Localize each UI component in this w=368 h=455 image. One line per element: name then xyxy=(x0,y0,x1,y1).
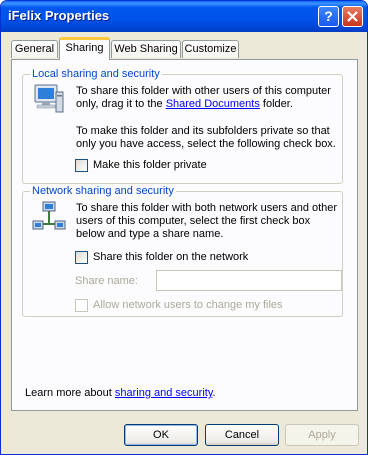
close-icon xyxy=(347,11,358,22)
cancel-button[interactable]: Cancel xyxy=(205,424,279,446)
tab-web-sharing[interactable]: Web Sharing xyxy=(111,40,181,58)
sharing-panel: Local sharing and security To share this… xyxy=(11,59,358,411)
tab-general[interactable]: General xyxy=(11,40,58,58)
make-private-box[interactable] xyxy=(75,159,88,172)
learn-more-suffix: . xyxy=(212,387,216,399)
share-name-label: Share name: xyxy=(75,275,138,287)
sharing-security-link[interactable]: sharing and security xyxy=(115,387,213,399)
local-sharing-text-1: To share this folder with other users of… xyxy=(76,85,336,111)
properties-window: iFelix Properties ? General Sharing Web … xyxy=(0,0,368,455)
network-sharing-group: Network sharing and security To share th… xyxy=(22,185,343,317)
make-private-label[interactable]: Make this folder private xyxy=(93,159,207,171)
tab-sharing[interactable]: Sharing xyxy=(59,37,110,60)
ok-button[interactable]: OK xyxy=(124,424,198,446)
share-folder-box[interactable] xyxy=(75,251,88,264)
close-button[interactable] xyxy=(342,6,363,27)
local-text-suffix: folder. xyxy=(259,98,293,110)
local-sharing-text-2: To make this folder and its subfolders p… xyxy=(76,125,336,150)
share-folder-label[interactable]: Share this folder on the network xyxy=(93,251,248,263)
learn-more-text: Learn more about sharing and security. xyxy=(25,387,216,399)
shared-documents-link[interactable]: Shared Documents xyxy=(166,98,260,110)
help-button[interactable]: ? xyxy=(318,6,339,27)
window-title: iFelix Properties xyxy=(8,8,110,23)
allow-change-box[interactable] xyxy=(75,299,88,312)
local-sharing-group: Local sharing and security To share this… xyxy=(22,68,343,184)
help-icon: ? xyxy=(324,8,333,24)
apply-button[interactable]: Apply xyxy=(285,424,359,446)
network-sharing-legend: Network sharing and security xyxy=(30,185,176,197)
share-name-input[interactable] xyxy=(156,270,342,291)
title-bar[interactable]: iFelix Properties ? xyxy=(1,1,367,32)
tab-customize[interactable]: Customize xyxy=(182,40,239,58)
allow-change-label[interactable]: Allow network users to change my files xyxy=(93,299,283,311)
computer-icon xyxy=(32,82,66,119)
network-icon xyxy=(32,200,66,237)
learn-more-prefix: Learn more about xyxy=(25,387,115,399)
network-sharing-text: To share this folder with both network u… xyxy=(76,202,338,240)
local-sharing-legend: Local sharing and security xyxy=(30,68,162,80)
